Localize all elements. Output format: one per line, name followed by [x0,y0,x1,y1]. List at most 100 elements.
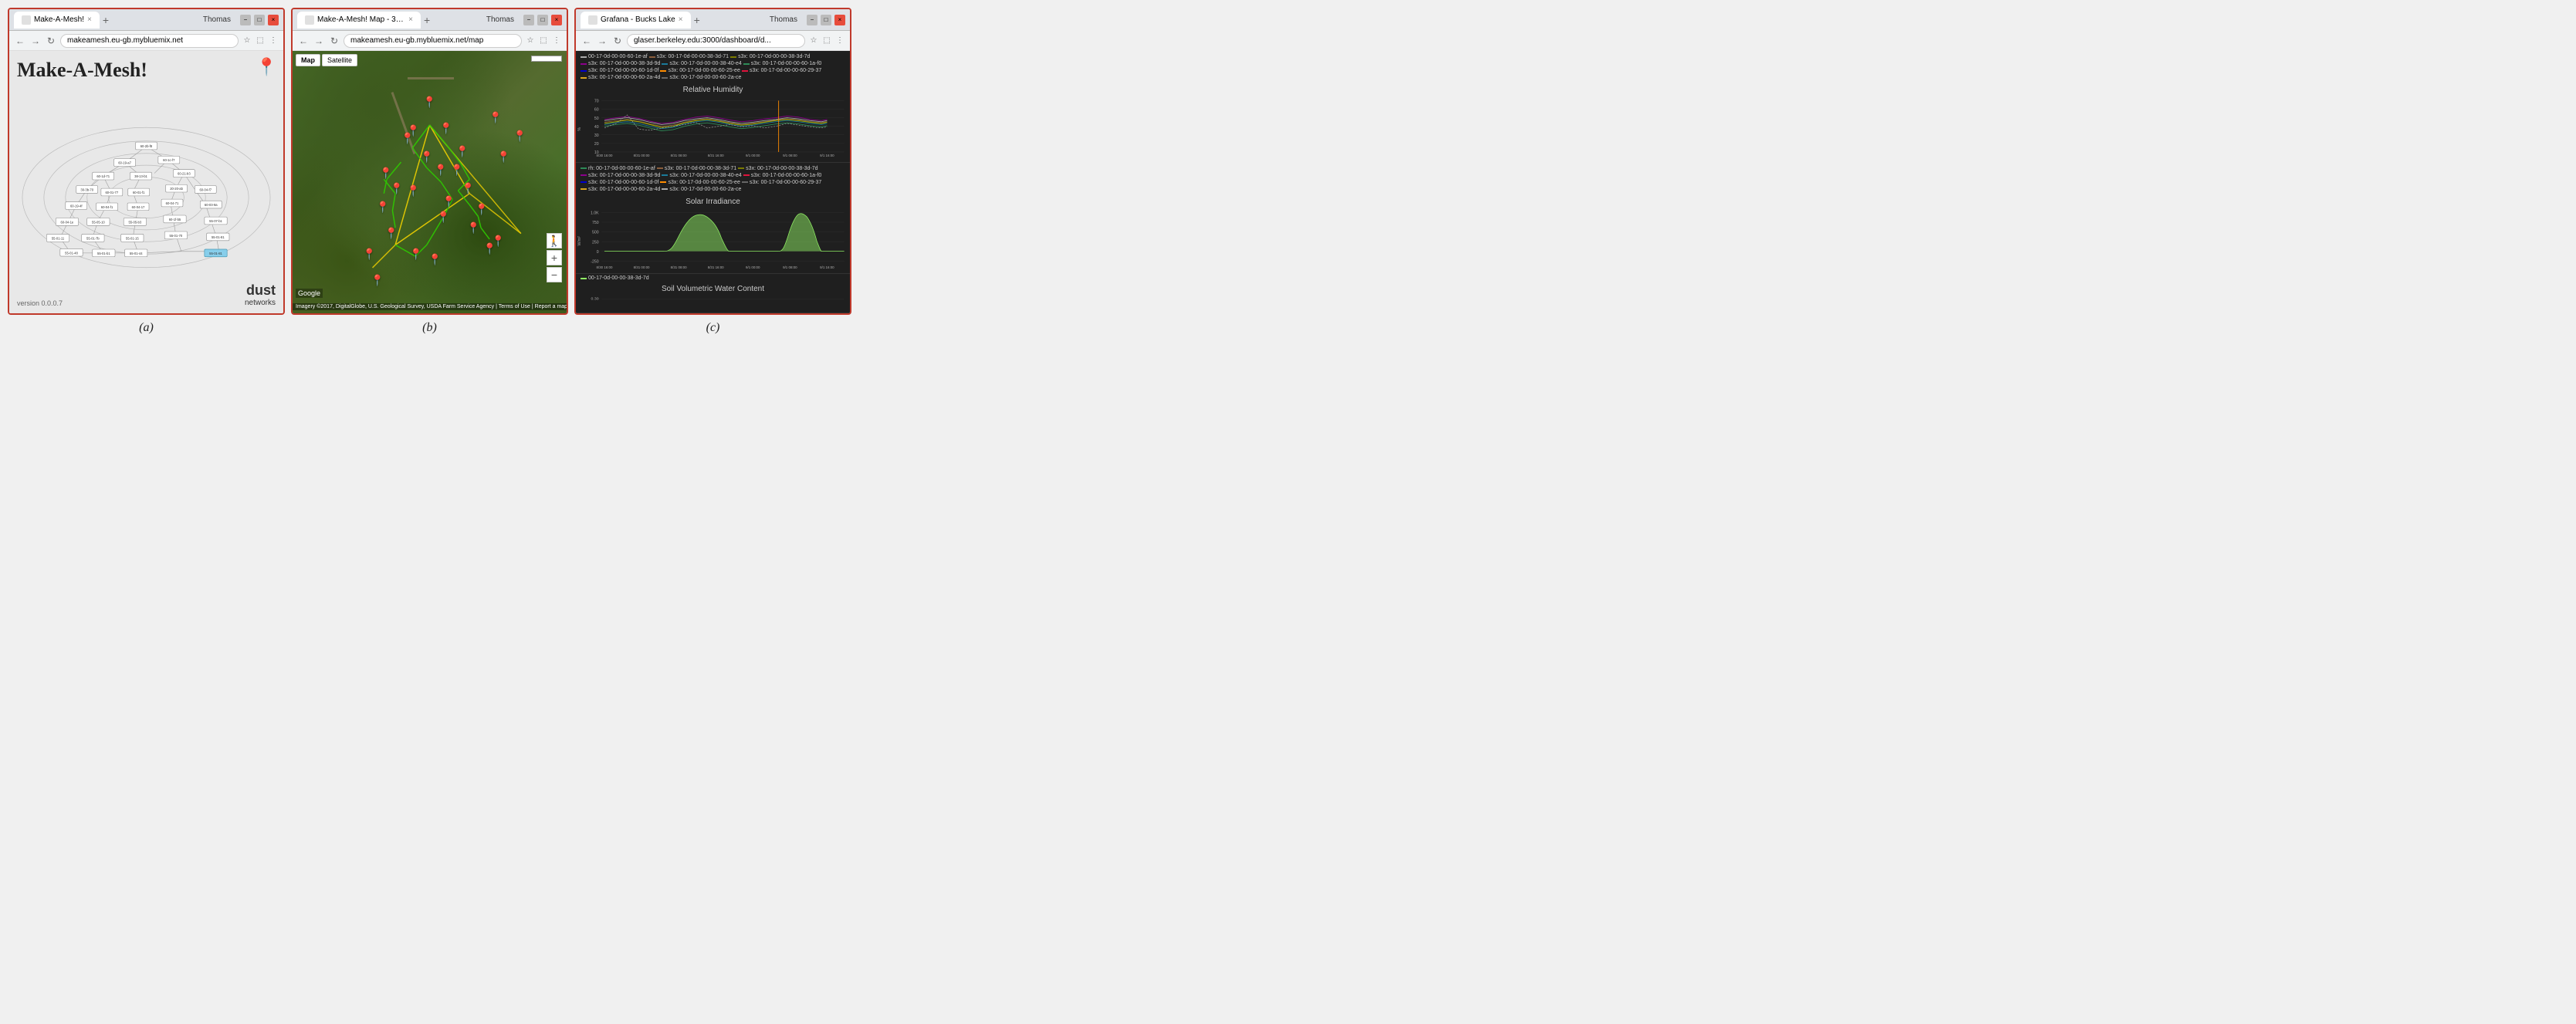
menu-icon-a[interactable]: ⋮ [268,35,279,46]
legend-color-8 [742,70,748,72]
minimize-btn-c[interactable]: − [807,15,817,25]
map-pin-27[interactable]: 📍 [489,111,502,124]
bookmark-icon-a[interactable]: ☆ [242,35,252,46]
map-pin-23[interactable]: 📍 [483,242,496,255]
svg-text:-250: -250 [591,259,598,264]
map-pin-9[interactable]: 📍 [442,195,455,208]
menu-icon-c[interactable]: ⋮ [834,35,845,46]
url-box-c[interactable]: glaser.berkeley.edu:3000/dashboard/d... [627,34,805,48]
tab-close-a[interactable]: × [87,15,92,24]
forward-btn-b[interactable]: → [313,35,325,46]
label-a: (a) [8,321,285,335]
title-bar-b: Make-A-Mesh! Map - 3D... × + Thomas − □ … [293,9,567,31]
bookmark-icon-b[interactable]: ☆ [525,35,536,46]
close-btn-a[interactable]: × [268,15,279,25]
maximize-btn-a[interactable]: □ [254,15,265,25]
back-btn-a[interactable]: ← [14,35,26,46]
address-bar-b: ← → ↻ makeamesh.eu-gb.mybluemix.net/map … [293,31,567,51]
mesh-version: version 0.0.0.7 [17,299,63,307]
legend-label-6: s3x: 00-17-0d-00-00-60-1d-0f [588,68,658,73]
map-pin-14[interactable]: 📍 [390,182,403,195]
svg-text:750: 750 [592,221,599,225]
map-pin-11[interactable]: 📍 [467,221,480,235]
extension-icon-b[interactable]: ⬚ [538,35,549,46]
svg-text:8/31 00:00: 8/31 00:00 [634,265,650,269]
browser-tab-a[interactable]: Make-A-Mesh! × [14,12,100,29]
labels-row: (a) (b) (c) [8,321,851,335]
screenshots-row: Make-A-Mesh! × + Thomas − □ × ← → ↻ make… [8,8,851,315]
map-pin-13[interactable]: 📍 [406,184,419,198]
map-pin-25[interactable]: 📍 [513,130,526,143]
legend-mid-0: rh: 00-17-0d-00-00-60-1e-af [581,166,655,171]
map-pin-12[interactable]: 📍 [437,211,450,224]
map-zoom-man-icon[interactable]: 🚶 [547,233,562,248]
extension-icon-a[interactable]: ⬚ [255,35,266,46]
refresh-btn-b[interactable]: ↻ [328,35,340,46]
map-btn-map[interactable]: Map [296,54,320,66]
mesh-graph: 60-2b-f8 60-19-a7 60-1c-f7 60-1d-71 38-1… [17,90,276,306]
map-zoom-minus[interactable]: − [547,267,562,282]
map-pin-1[interactable]: 📍 [423,96,436,109]
map-pin-2[interactable]: 📍 [439,122,452,135]
map-pin-17[interactable]: 📍 [384,227,398,240]
map-pin-15[interactable]: 📍 [379,167,392,180]
tab-close-b[interactable]: × [408,15,413,24]
svg-text:8/31 08:00: 8/31 08:00 [671,265,687,269]
map-pin-10[interactable]: 📍 [475,203,488,216]
solar-panel: Solar Irradiance 1.0K [576,195,850,275]
svg-text:55-01-b1: 55-01-b1 [97,252,110,255]
url-box-b[interactable]: makeamesh.eu-gb.mybluemix.net/map [344,34,522,48]
new-tab-btn-c[interactable]: + [694,14,700,26]
maximize-btn-c[interactable]: □ [821,15,831,25]
legend-label-10: s3x: 00-17-0d-00-00-60-2a-ce [669,75,741,80]
svg-text:9/1 08:00: 9/1 08:00 [783,265,797,269]
close-btn-b[interactable]: × [551,15,562,25]
minimize-btn-b[interactable]: − [523,15,534,25]
back-btn-b[interactable]: ← [297,35,310,46]
legend-color-1 [649,56,655,58]
legend-color-5 [743,63,750,65]
refresh-btn-a[interactable]: ↻ [45,35,57,46]
map-btn-satellite[interactable]: Satellite [322,54,357,66]
browser-tab-b[interactable]: Make-A-Mesh! Map - 3D... × [297,12,421,29]
close-btn-c[interactable]: × [834,15,845,25]
forward-btn-c[interactable]: → [596,35,608,46]
legend-color-10 [662,77,668,79]
map-pin-20[interactable]: 📍 [363,248,376,261]
soil-chart: 0.30 [576,294,850,309]
back-btn-c[interactable]: ← [581,35,593,46]
map-pin-21[interactable]: 📍 [371,274,384,287]
map-pin-16[interactable]: 📍 [376,201,389,214]
browser-tab-c[interactable]: Grafana - Bucks Lake × [581,12,691,29]
map-pin-19[interactable]: 📍 [428,253,442,266]
map-pin-5[interactable]: 📍 [450,164,463,177]
map-pin-8[interactable]: 📍 [461,182,474,195]
bookmark-icon-c[interactable]: ☆ [808,35,819,46]
legend-mid-label-2: s3x: 00-17-0d-00-00-38-3d-7d [746,166,817,171]
maximize-btn-b[interactable]: □ [537,15,548,25]
map-pin-24[interactable]: 📍 [401,132,414,145]
map-pin-7[interactable]: 📍 [420,150,433,164]
legend-item-8: s3x: 00-17-0d-00-00-60-29-37 [742,68,821,73]
tab-close-c[interactable]: × [679,15,683,24]
svg-text:1.0K: 1.0K [591,211,599,215]
humidity-svg: 70 60 50 40 30 20 10 % 8/30 16:00 8/31 0… [576,95,850,157]
menu-icon-b[interactable]: ⋮ [551,35,562,46]
minimize-btn-a[interactable]: − [240,15,251,25]
url-box-a[interactable]: makeamesh.eu-gb.mybluemix.net [60,34,239,48]
map-pin-4[interactable]: 📍 [455,145,469,158]
svg-text:60-2b-f8: 60-2b-f8 [140,144,153,148]
new-tab-btn-b[interactable]: + [424,14,430,26]
map-pin-26[interactable]: 📍 [497,150,510,164]
new-tab-btn-a[interactable]: + [103,14,109,26]
extension-icon-c[interactable]: ⬚ [821,35,832,46]
map-pin-18[interactable]: 📍 [409,248,422,261]
forward-btn-a[interactable]: → [29,35,42,46]
map-pin-6[interactable]: 📍 [434,164,447,177]
legend-mid-label-3: s3x: 00-17-0d-00-00-38-3d-9d [588,173,660,178]
legend-item-3: s3x: 00-17-0d-00-00-38-3d-9d [581,61,660,66]
refresh-btn-c[interactable]: ↻ [611,35,624,46]
legend-mid-color-2 [738,167,744,169]
svg-text:60-19-4f: 60-19-4f [70,204,83,208]
map-zoom-plus[interactable]: + [547,250,562,265]
